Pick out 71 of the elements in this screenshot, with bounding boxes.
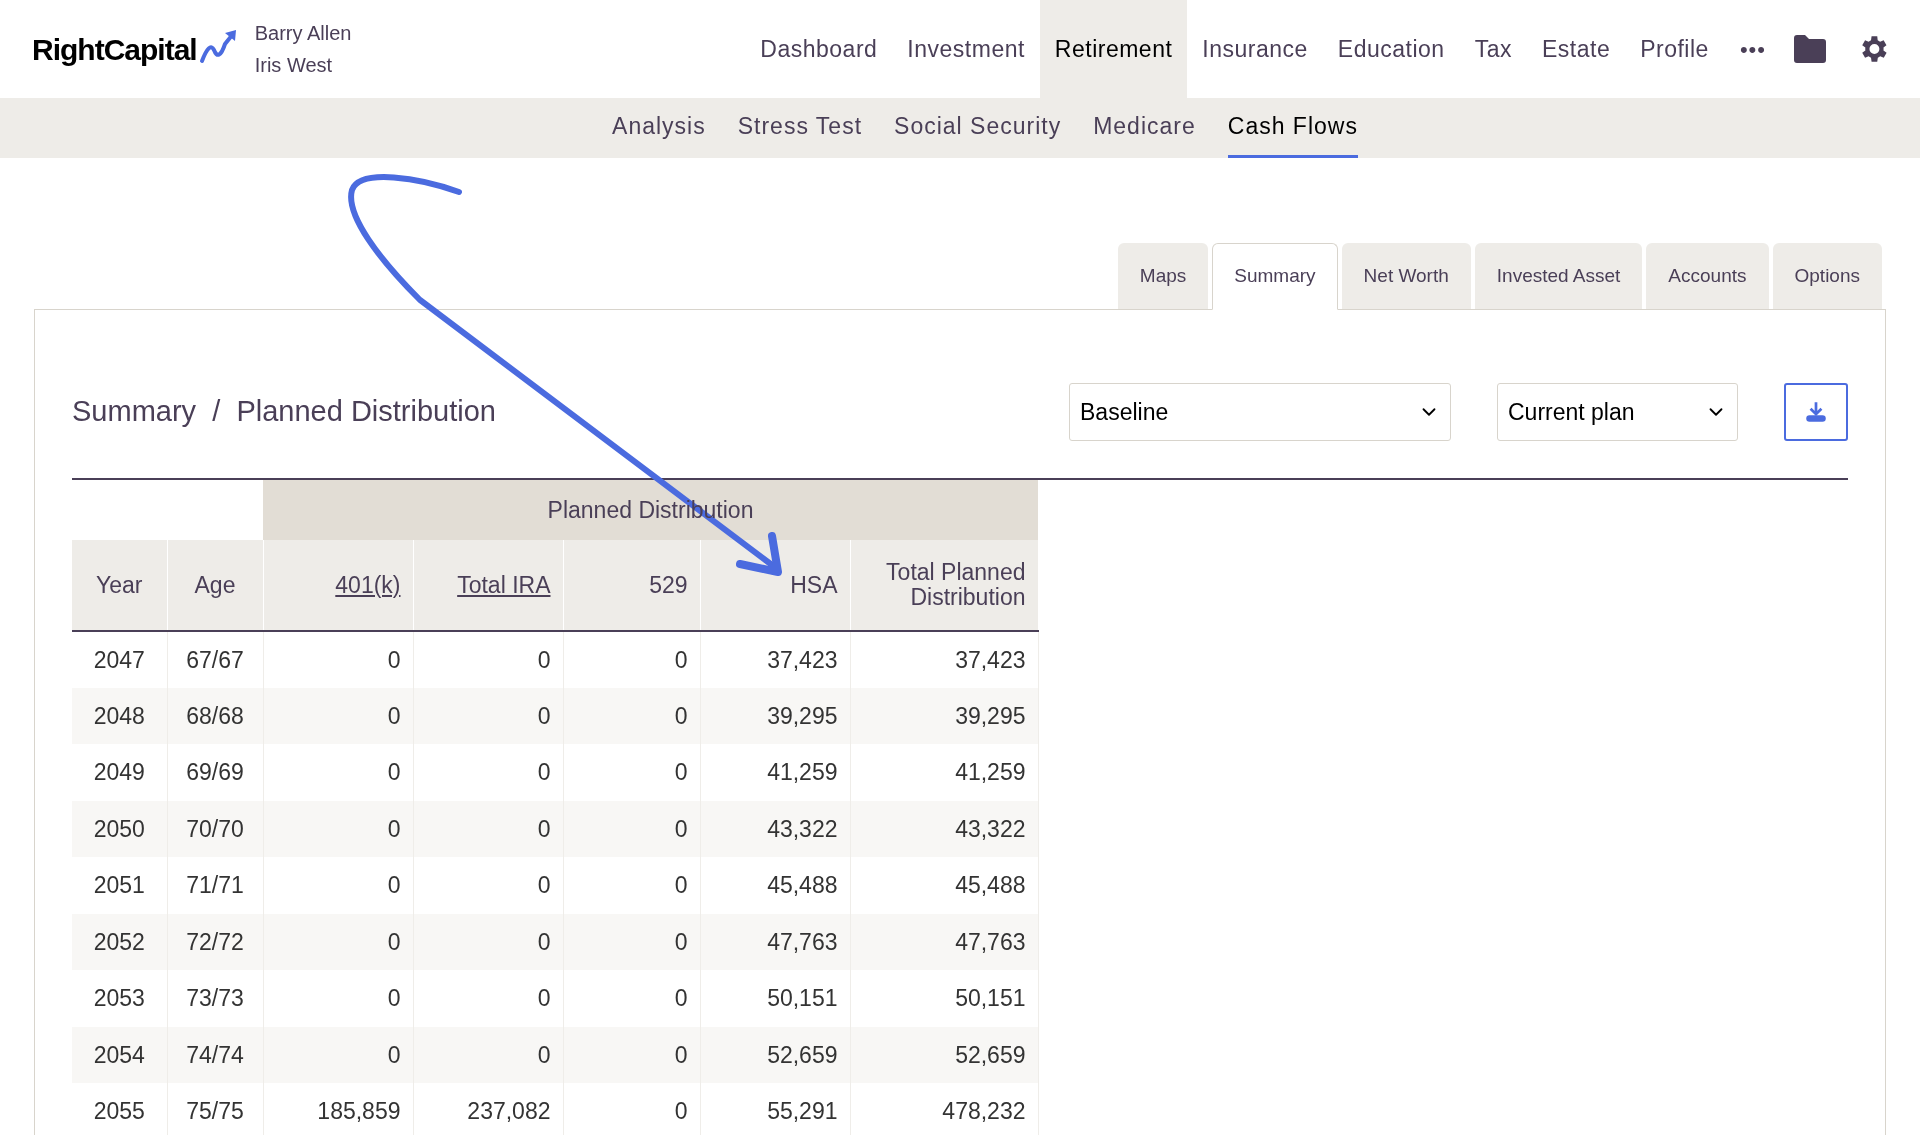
table-cell: 37,423: [850, 631, 1038, 688]
table-cell: 67/67: [167, 631, 263, 688]
more-button[interactable]: •••: [1739, 32, 1766, 66]
nav-tab[interactable]: Investment: [892, 0, 1040, 98]
table-cell: 45,488: [700, 857, 850, 914]
table-cell: 0: [563, 970, 700, 1027]
logo: RightCapital: [32, 31, 197, 68]
table-cell: 0: [563, 857, 700, 914]
subnav-tab[interactable]: Medicare: [1093, 98, 1196, 158]
table-cell: 2051: [72, 857, 167, 914]
client-name: Iris West: [254, 53, 334, 78]
table-cell: 55,291: [700, 1083, 850, 1135]
column-header: Total Planned Distribution: [850, 540, 1038, 631]
table-cell: 0: [563, 744, 700, 801]
client-name: Barry Allen: [254, 21, 352, 46]
table-cell: 0: [563, 1083, 700, 1135]
table-cell: 0: [413, 857, 563, 914]
table-cell: 69/69: [167, 744, 263, 801]
tab[interactable]: Options: [1772, 243, 1882, 309]
table-cell: 0: [263, 970, 413, 1027]
subnav-tab[interactable]: Stress Test: [737, 98, 863, 158]
subnav-tab[interactable]: Cash Flows: [1227, 98, 1358, 158]
tab[interactable]: Invested Asset: [1474, 243, 1643, 309]
column-header: 529: [563, 540, 700, 631]
table-cell: 2047: [72, 631, 167, 688]
table-cell: 0: [413, 970, 563, 1027]
nav-tab[interactable]: Tax: [1459, 0, 1527, 98]
table-cell: 37,423: [700, 631, 850, 688]
table-cell: 185,859: [263, 1083, 413, 1135]
table-cell: 0: [413, 744, 563, 801]
table-cell: 2055: [72, 1083, 167, 1135]
tab[interactable]: Summary: [1212, 243, 1338, 310]
subnav-tab[interactable]: Social Security: [894, 98, 1062, 158]
table-cell: 0: [263, 744, 413, 801]
folder-icon[interactable]: [1792, 34, 1828, 64]
tab[interactable]: Accounts: [1646, 243, 1769, 309]
table-cell: 73/73: [167, 970, 263, 1027]
table-cell: 45,488: [850, 857, 1038, 914]
table-cell: 237,082: [413, 1083, 563, 1135]
table-cell: 478,232: [850, 1083, 1038, 1135]
column-header: Year: [72, 540, 167, 631]
nav-tab[interactable]: Estate: [1526, 0, 1626, 98]
table-cell: 41,259: [700, 744, 850, 801]
scenario-select[interactable]: Baseline: [1069, 383, 1451, 441]
column-header[interactable]: Total IRA: [413, 540, 563, 631]
scenario-select[interactable]: Current plan: [1497, 383, 1738, 441]
tab[interactable]: Net Worth: [1341, 243, 1471, 309]
nav-tab[interactable]: Insurance: [1187, 0, 1323, 98]
download-button[interactable]: [1784, 383, 1848, 441]
table-cell: 50,151: [700, 970, 850, 1027]
download-icon: [1803, 399, 1829, 425]
subnav-tab[interactable]: Analysis: [612, 98, 706, 158]
table-cell: 2049: [72, 744, 167, 801]
nav-tab[interactable]: Profile: [1625, 0, 1724, 98]
table-cell: 41,259: [850, 744, 1038, 801]
table-cell: 0: [263, 631, 413, 688]
table-cell: 2053: [72, 970, 167, 1027]
table-cell: 75/75: [167, 1083, 263, 1135]
tab[interactable]: Maps: [1117, 243, 1209, 309]
breadcrumb: Summary / Planned Distribution: [72, 394, 496, 430]
table-cell: 71/71: [167, 857, 263, 914]
table-cell: 50,151: [850, 970, 1038, 1027]
nav-tab[interactable]: Dashboard: [745, 0, 893, 98]
nav-tab[interactable]: Education: [1322, 0, 1460, 98]
nav-tab[interactable]: Retirement: [1039, 0, 1188, 98]
table-cell: 0: [563, 631, 700, 688]
column-header[interactable]: 401(k): [263, 540, 413, 631]
table-cell: 0: [263, 857, 413, 914]
table-cell: 0: [413, 631, 563, 688]
column-header: HSA: [700, 540, 850, 631]
column-header: Age: [167, 540, 263, 631]
